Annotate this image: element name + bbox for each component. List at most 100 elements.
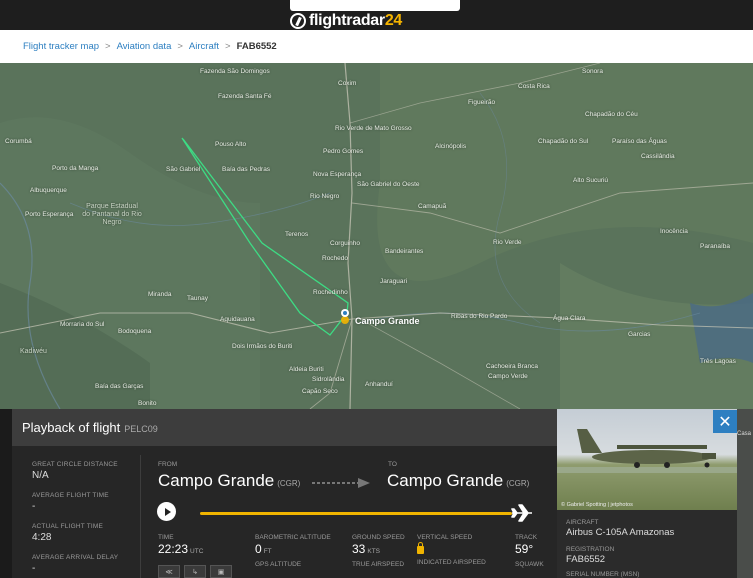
right-edge-label: Casa	[737, 431, 752, 437]
map-label: Corumbá	[5, 138, 32, 145]
avg-arrival-delay-value: -	[32, 563, 36, 574]
ground-speed-metric: GROUND SPEED 33 KTS	[352, 534, 405, 556]
ground-speed-value: 33 KTS	[352, 542, 381, 556]
time-metric: TIME 22:23 UTC	[158, 534, 203, 556]
map-label: Campo Verde	[488, 373, 528, 380]
breadcrumb-aviation-data[interactable]: Aviation data	[117, 41, 172, 52]
aircraft-type-label: AIRCRAFT	[566, 519, 599, 526]
breadcrumb: Flight tracker map > Aviation data > Air…	[0, 30, 753, 63]
map-label: Costa Rica	[518, 83, 550, 90]
route-arrow-icon	[312, 478, 370, 488]
map-label: Paraíso das Águas	[612, 138, 667, 145]
map-label-campo-grande: Campo Grande	[355, 316, 420, 326]
registration-value[interactable]: FAB6552	[566, 554, 605, 565]
serial-number-label: SERIAL NUMBER (MSN)	[566, 571, 640, 578]
map-label: Bonito	[138, 400, 157, 407]
map-label: Morraria do Sul	[60, 321, 105, 328]
map-label: Bodoquena	[118, 328, 152, 335]
from-code: (CGR)	[277, 479, 301, 488]
logo-text: flightradar24	[309, 12, 403, 29]
map-label: Capão Seco	[302, 388, 338, 395]
registration-label: REGISTRATION	[566, 546, 615, 553]
map-label: Jaraguari	[380, 278, 408, 285]
photo-credit[interactable]: © Gabriel Spotting | jetphotos	[561, 502, 633, 508]
map-label: Camapuã	[418, 203, 447, 210]
map-label: Miranda	[148, 291, 172, 298]
gps-altitude-label: GPS ALTITUDE	[255, 561, 302, 568]
route-button[interactable]: ↳	[184, 565, 206, 578]
flight-map[interactable]: Fazenda São Domingos Fazenda Santa Fé Co…	[0, 63, 753, 409]
breadcrumb-separator: >	[105, 41, 111, 52]
map-label: Sidrolândia	[312, 376, 345, 383]
map-label: Corguinho	[330, 240, 360, 247]
map-label: Rochedo	[322, 255, 349, 262]
map-label: São Gabriel	[166, 166, 201, 173]
map-label: Porto Esperança	[25, 211, 74, 218]
map-label: Chapadão do Céu	[585, 111, 638, 118]
rewind-button[interactable]: ≪	[158, 565, 180, 578]
breadcrumb-separator: >	[177, 41, 183, 52]
map-label: Paranaíba	[700, 243, 730, 250]
map-label: Três Lagoas	[700, 358, 736, 365]
camera-button[interactable]: ▣	[210, 565, 232, 578]
to-city[interactable]: Campo Grande (CGR)	[387, 471, 529, 491]
map-label: Pedro Gomes	[323, 148, 364, 155]
playback-progress-bar[interactable]	[200, 512, 512, 515]
map-label: São Gabriel do Oeste	[357, 181, 420, 188]
vertical-speed-metric: VERTICAL SPEED	[417, 534, 472, 559]
baro-altitude-value: 0 FT	[255, 542, 272, 556]
play-icon	[164, 507, 171, 516]
true-airspeed-label: TRUE AIRSPEED	[352, 561, 405, 568]
map-label: Rio Verde de Mato Grosso	[335, 125, 412, 132]
map-label: Fazenda Santa Fé	[218, 93, 272, 100]
airplane-icon[interactable]	[510, 503, 534, 523]
track-metric: TRACK 59°	[515, 534, 537, 556]
map-label: Alcinópolis	[435, 143, 467, 150]
top-bar: flightradar24	[0, 0, 753, 30]
map-label: Alto Sucuriú	[573, 177, 609, 184]
breadcrumb-aircraft[interactable]: Aircraft	[189, 41, 219, 52]
map-label: Baía das Pedras	[222, 166, 271, 173]
map-label: Água Clara	[553, 315, 586, 322]
flight-callsign: PELC09	[124, 424, 158, 434]
map-label: Aldeia Buriti	[289, 366, 324, 373]
map-label: Cassilândia	[641, 153, 675, 160]
track-value: 59°	[515, 542, 534, 556]
to-code: (CGR)	[506, 479, 530, 488]
great-circle-label: GREAT CIRCLE DISTANCE	[32, 461, 118, 468]
close-button[interactable]: ✕	[713, 410, 737, 433]
map-label: Garcias	[628, 331, 651, 338]
from-city[interactable]: Campo Grande (CGR)	[158, 471, 300, 491]
map-label: Inocência	[660, 228, 688, 235]
map-label: Albuquerque	[30, 187, 67, 194]
map-label: Kadiwéu	[20, 348, 47, 355]
lock-icon[interactable]	[417, 542, 424, 554]
playback-panel: Playback of flight PELC09 GREAT CIRCLE D…	[12, 409, 557, 578]
map-label: Parque Estadual do Pantanal do Rio Negro	[82, 203, 142, 226]
actual-flight-time-label: ACTUAL FLIGHT TIME	[32, 523, 104, 530]
indicated-airspeed-label: INDICATED AIRSPEED	[417, 559, 486, 566]
aircraft-type-value[interactable]: Airbus C-105A Amazonas	[566, 527, 674, 538]
to-label: TO	[388, 461, 397, 468]
map-label: Figueirão	[468, 99, 496, 106]
flightradar-logo[interactable]: flightradar24	[290, 12, 402, 30]
search-input[interactable]	[290, 0, 460, 11]
squawk-label: SQUAWK	[515, 561, 544, 568]
aircraft-image	[557, 429, 737, 473]
map-canvas	[0, 63, 753, 409]
map-label: Aquidauana	[220, 316, 255, 323]
breadcrumb-flight-tracker-map[interactable]: Flight tracker map	[23, 41, 99, 52]
map-label: Coxim	[338, 80, 357, 87]
map-label: Nova Esperança	[313, 171, 362, 178]
map-label: Baía das Garças	[95, 383, 144, 390]
aircraft-photo[interactable]: © Gabriel Spotting | jetphotos	[557, 409, 737, 510]
panel-title: Playback of flight	[22, 420, 121, 435]
aircraft-info-card: © Gabriel Spotting | jetphotos AIRCRAFT …	[557, 409, 737, 578]
map-label: Cachoeira Branca	[486, 363, 539, 370]
from-label: FROM	[158, 461, 178, 468]
divider	[140, 455, 141, 578]
map-label: Pouso Alto	[215, 141, 247, 148]
play-button[interactable]	[157, 502, 176, 521]
map-label: Ribas do Rio Pardo	[451, 313, 508, 320]
map-label: Bandeirantes	[385, 248, 424, 255]
